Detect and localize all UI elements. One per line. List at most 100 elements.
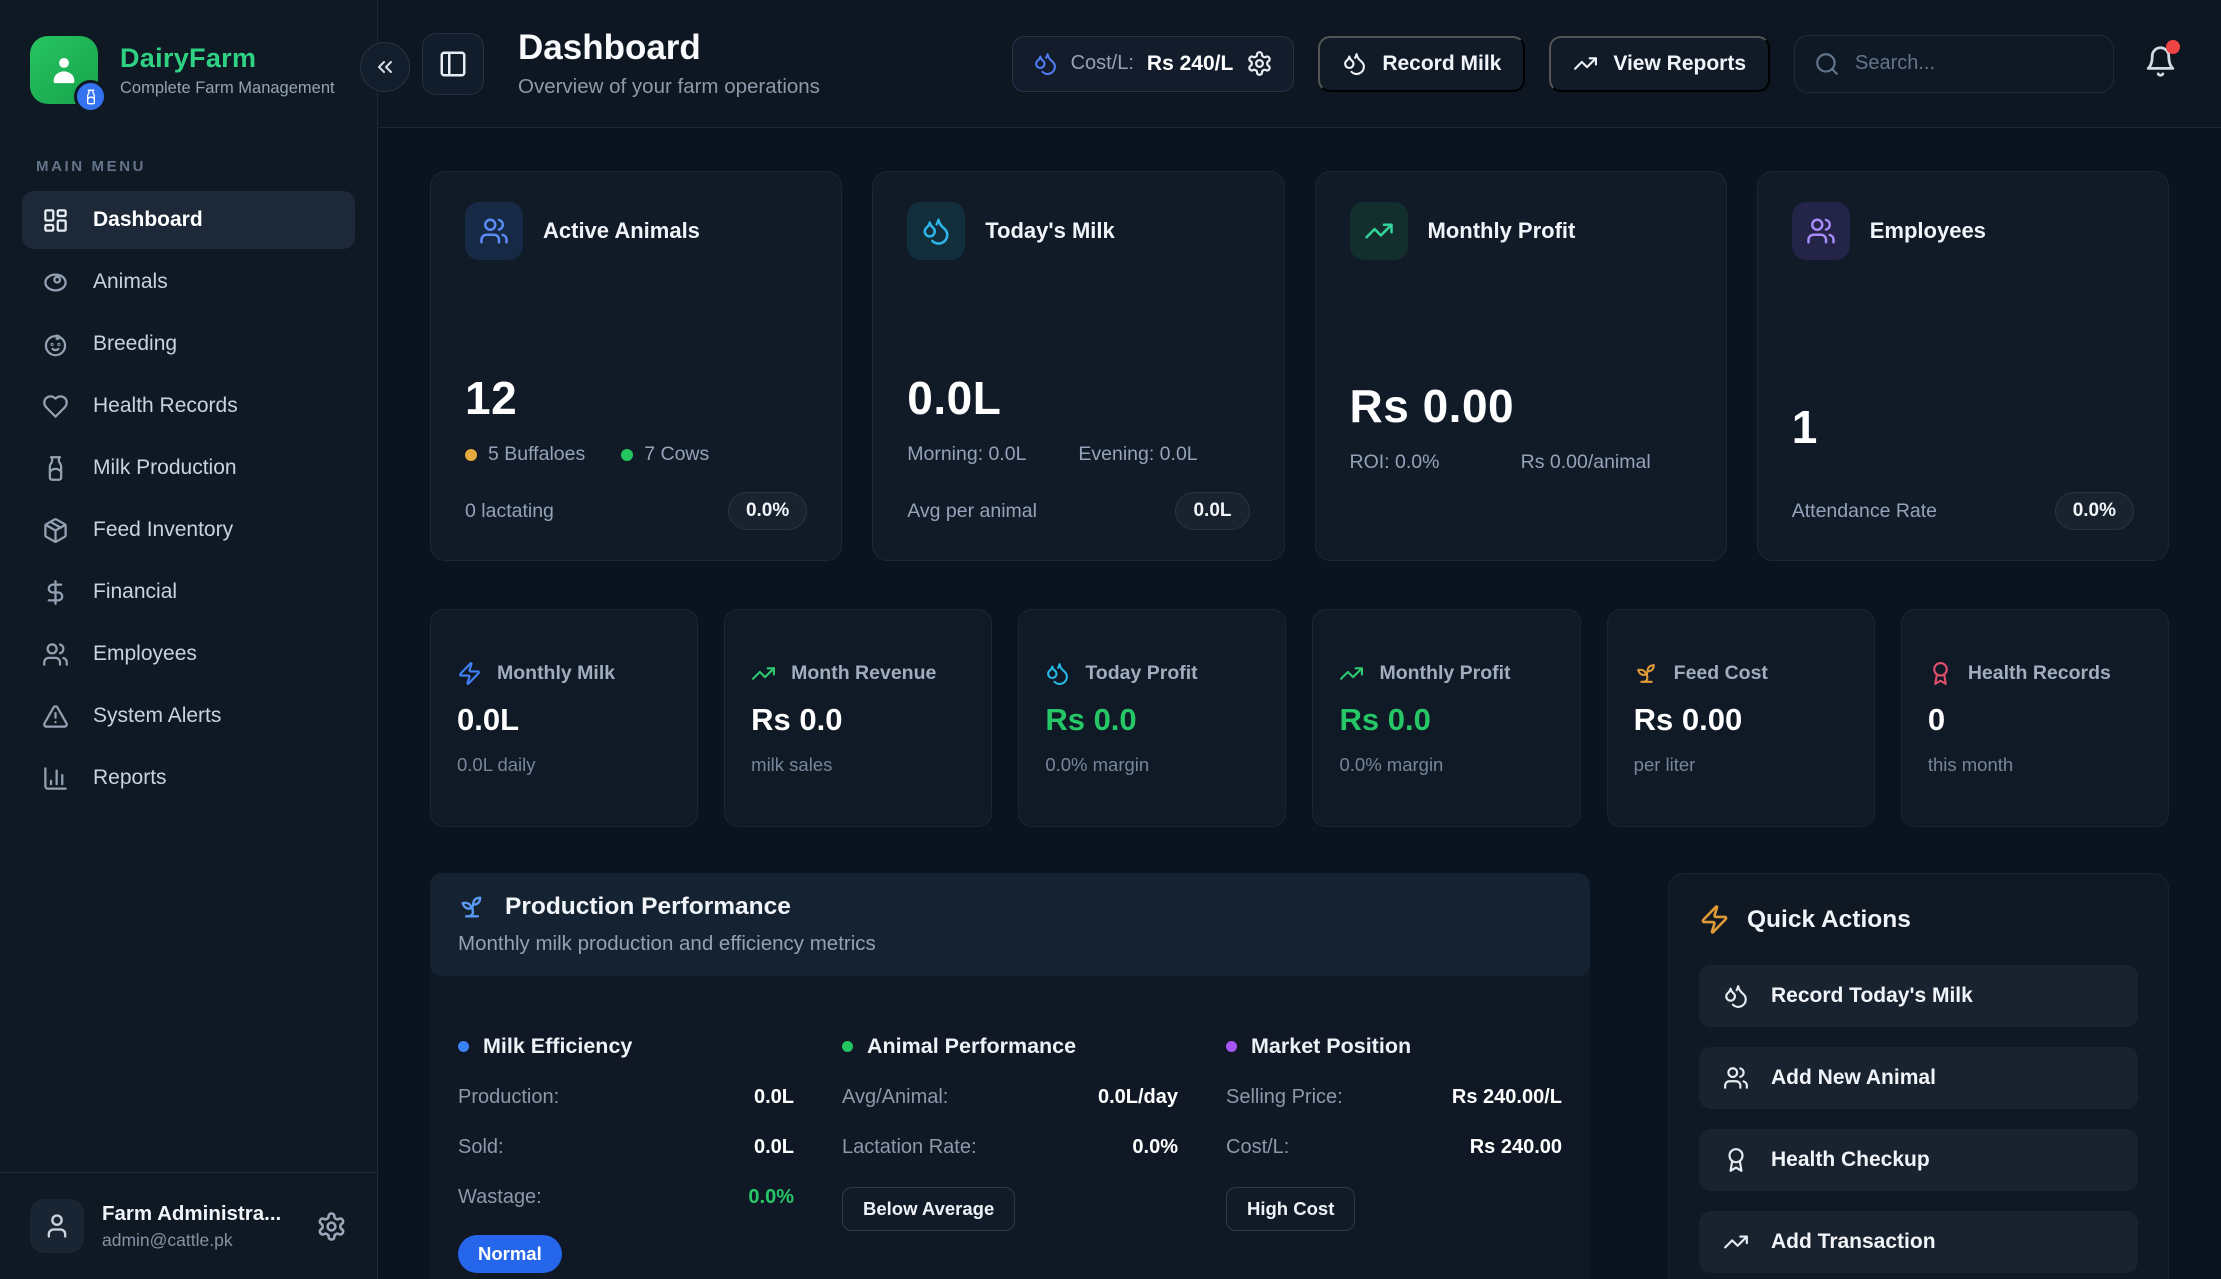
- mini-card-health-records: Health Records 0 this month: [1901, 609, 2169, 827]
- sidebar-toggle-button[interactable]: [422, 33, 484, 95]
- mini-title: Today Profit: [1085, 662, 1197, 685]
- view-reports-button[interactable]: View Reports: [1549, 36, 1770, 92]
- record-milk-button[interactable]: Record Milk: [1318, 36, 1525, 92]
- mini-value: Rs 0.0: [751, 702, 965, 738]
- dollar-icon: [42, 579, 69, 606]
- top-header: Dashboard Overview of your farm operatio…: [378, 0, 2221, 128]
- droplets-icon: [1723, 983, 1749, 1009]
- cows-legend: 7 Cows: [644, 443, 709, 466]
- status-badge-normal: Normal: [458, 1235, 562, 1273]
- trending-up-icon: [1364, 216, 1394, 246]
- sidebar-item-feed-inventory[interactable]: Feed Inventory: [22, 501, 355, 559]
- per-animal-detail: Rs 0.00/animal: [1521, 451, 1692, 474]
- sidebar-item-breeding[interactable]: Breeding: [22, 315, 355, 373]
- mini-sub: 0.0% margin: [1339, 754, 1553, 776]
- avg-per-animal-label: Avg per animal: [907, 500, 1037, 523]
- sidebar-item-label: Employees: [93, 642, 197, 666]
- percent-badge: 0.0%: [728, 492, 807, 530]
- brand-tagline: Complete Farm Management: [120, 79, 335, 98]
- morning-detail: Morning: 0.0L: [907, 443, 1078, 466]
- cost-value: Rs 240/L: [1147, 52, 1233, 76]
- sidebar: DairyFarm Complete Farm Management MAIN …: [0, 0, 378, 1279]
- stat-card-employees: Employees 1 Attendance Rate 0.0%: [1757, 171, 2169, 561]
- sidebar-item-reports[interactable]: Reports: [22, 749, 355, 807]
- column-title: Animal Performance: [867, 1034, 1076, 1059]
- blue-dot: [458, 1041, 469, 1052]
- mini-cards-row: Monthly Milk 0.0L 0.0L daily Month Reven…: [430, 609, 2169, 827]
- zap-icon: [1699, 904, 1730, 935]
- row-value: Rs 240.00: [1470, 1136, 1562, 1159]
- trending-up-icon: [1723, 1229, 1749, 1255]
- sidebar-item-label: Health Records: [93, 394, 238, 418]
- record-todays-milk-button[interactable]: Record Today's Milk: [1699, 965, 2138, 1027]
- brand: DairyFarm Complete Farm Management: [0, 0, 377, 128]
- main-content: Active Animals 12 5 Buffaloes 7 Cows 0 l…: [378, 129, 2221, 1279]
- chevrons-left-icon: [373, 55, 397, 79]
- sidebar-item-label: Feed Inventory: [93, 518, 233, 542]
- mini-title: Health Records: [1968, 662, 2111, 685]
- trending-up-icon: [1339, 661, 1364, 686]
- notifications-button[interactable]: [2144, 45, 2177, 83]
- search-icon: [1814, 51, 1840, 77]
- production-subtitle: Monthly milk production and efficiency m…: [458, 932, 1562, 956]
- cost-per-liter-pill[interactable]: Cost/L: Rs 240/L: [1012, 36, 1295, 92]
- user-email: admin@cattle.pk: [102, 1230, 281, 1251]
- mini-title: Month Revenue: [791, 662, 936, 685]
- gear-icon[interactable]: [1246, 50, 1273, 77]
- sidebar-item-label: Breeding: [93, 332, 177, 356]
- sidebar-item-employees[interactable]: Employees: [22, 625, 355, 683]
- production-header: Production Performance Monthly milk prod…: [430, 873, 1590, 976]
- dashboard-icon: [42, 207, 69, 234]
- record-milk-label: Record Milk: [1382, 52, 1501, 76]
- award-icon: [1928, 661, 1953, 686]
- action-label: Add New Animal: [1771, 1066, 1936, 1090]
- add-transaction-button[interactable]: Add Transaction: [1699, 1211, 2138, 1273]
- health-checkup-button[interactable]: Health Checkup: [1699, 1129, 2138, 1191]
- sidebar-item-milk-production[interactable]: Milk Production: [22, 439, 355, 497]
- droplets-icon: [1045, 661, 1070, 686]
- row-value: 0.0L: [754, 1086, 794, 1109]
- purple-dot: [1226, 1041, 1237, 1052]
- sidebar-collapse-button[interactable]: [360, 42, 410, 92]
- row-value: 0.0%: [1132, 1136, 1178, 1159]
- notification-dot: [2166, 40, 2180, 54]
- attendance-label: Attendance Rate: [1792, 500, 1937, 523]
- cost-label: Cost/L:: [1071, 52, 1134, 75]
- action-label: Health Checkup: [1771, 1148, 1930, 1172]
- sidebar-item-dashboard[interactable]: Dashboard: [22, 191, 355, 249]
- zap-icon: [457, 661, 482, 686]
- column-title: Market Position: [1251, 1034, 1411, 1059]
- buffaloes-legend: 5 Buffaloes: [488, 443, 585, 466]
- search-input[interactable]: [1855, 52, 2094, 75]
- attendance-badge: 0.0%: [2055, 492, 2134, 530]
- mini-sub: 0.0L daily: [457, 754, 671, 776]
- sidebar-item-financial[interactable]: Financial: [22, 563, 355, 621]
- mini-title: Monthly Milk: [497, 662, 615, 685]
- add-new-animal-button[interactable]: Add New Animal: [1699, 1047, 2138, 1109]
- mini-title: Monthly Profit: [1379, 662, 1510, 685]
- stat-cards-row: Active Animals 12 5 Buffaloes 7 Cows 0 l…: [430, 171, 2169, 561]
- users-icon-box: [1792, 202, 1850, 260]
- alert-triangle-icon: [42, 703, 69, 730]
- mini-value: Rs 0.00: [1634, 702, 1848, 738]
- sidebar-item-health-records[interactable]: Health Records: [22, 377, 355, 435]
- baby-icon: [42, 331, 69, 358]
- sprout-icon: [458, 893, 486, 921]
- sidebar-item-label: Milk Production: [93, 456, 237, 480]
- production-title: Production Performance: [505, 893, 791, 921]
- beef-icon: [42, 269, 69, 296]
- sidebar-item-animals[interactable]: Animals: [22, 253, 355, 311]
- action-label: Add Transaction: [1771, 1230, 1936, 1254]
- column-title: Milk Efficiency: [483, 1034, 632, 1059]
- trending-up-icon-box: [1350, 202, 1408, 260]
- sidebar-item-label: Reports: [93, 766, 167, 790]
- trending-up-icon: [1573, 51, 1598, 76]
- brand-name: DairyFarm: [120, 43, 335, 74]
- settings-gear-icon[interactable]: [316, 1211, 347, 1242]
- farmer-icon: [45, 51, 83, 89]
- droplets-icon: [921, 216, 951, 246]
- mini-sub: per liter: [1634, 754, 1848, 776]
- row-value: Rs 240.00/L: [1452, 1086, 1562, 1109]
- sidebar-item-system-alerts[interactable]: System Alerts: [22, 687, 355, 745]
- roi-detail: ROI: 0.0%: [1350, 451, 1521, 474]
